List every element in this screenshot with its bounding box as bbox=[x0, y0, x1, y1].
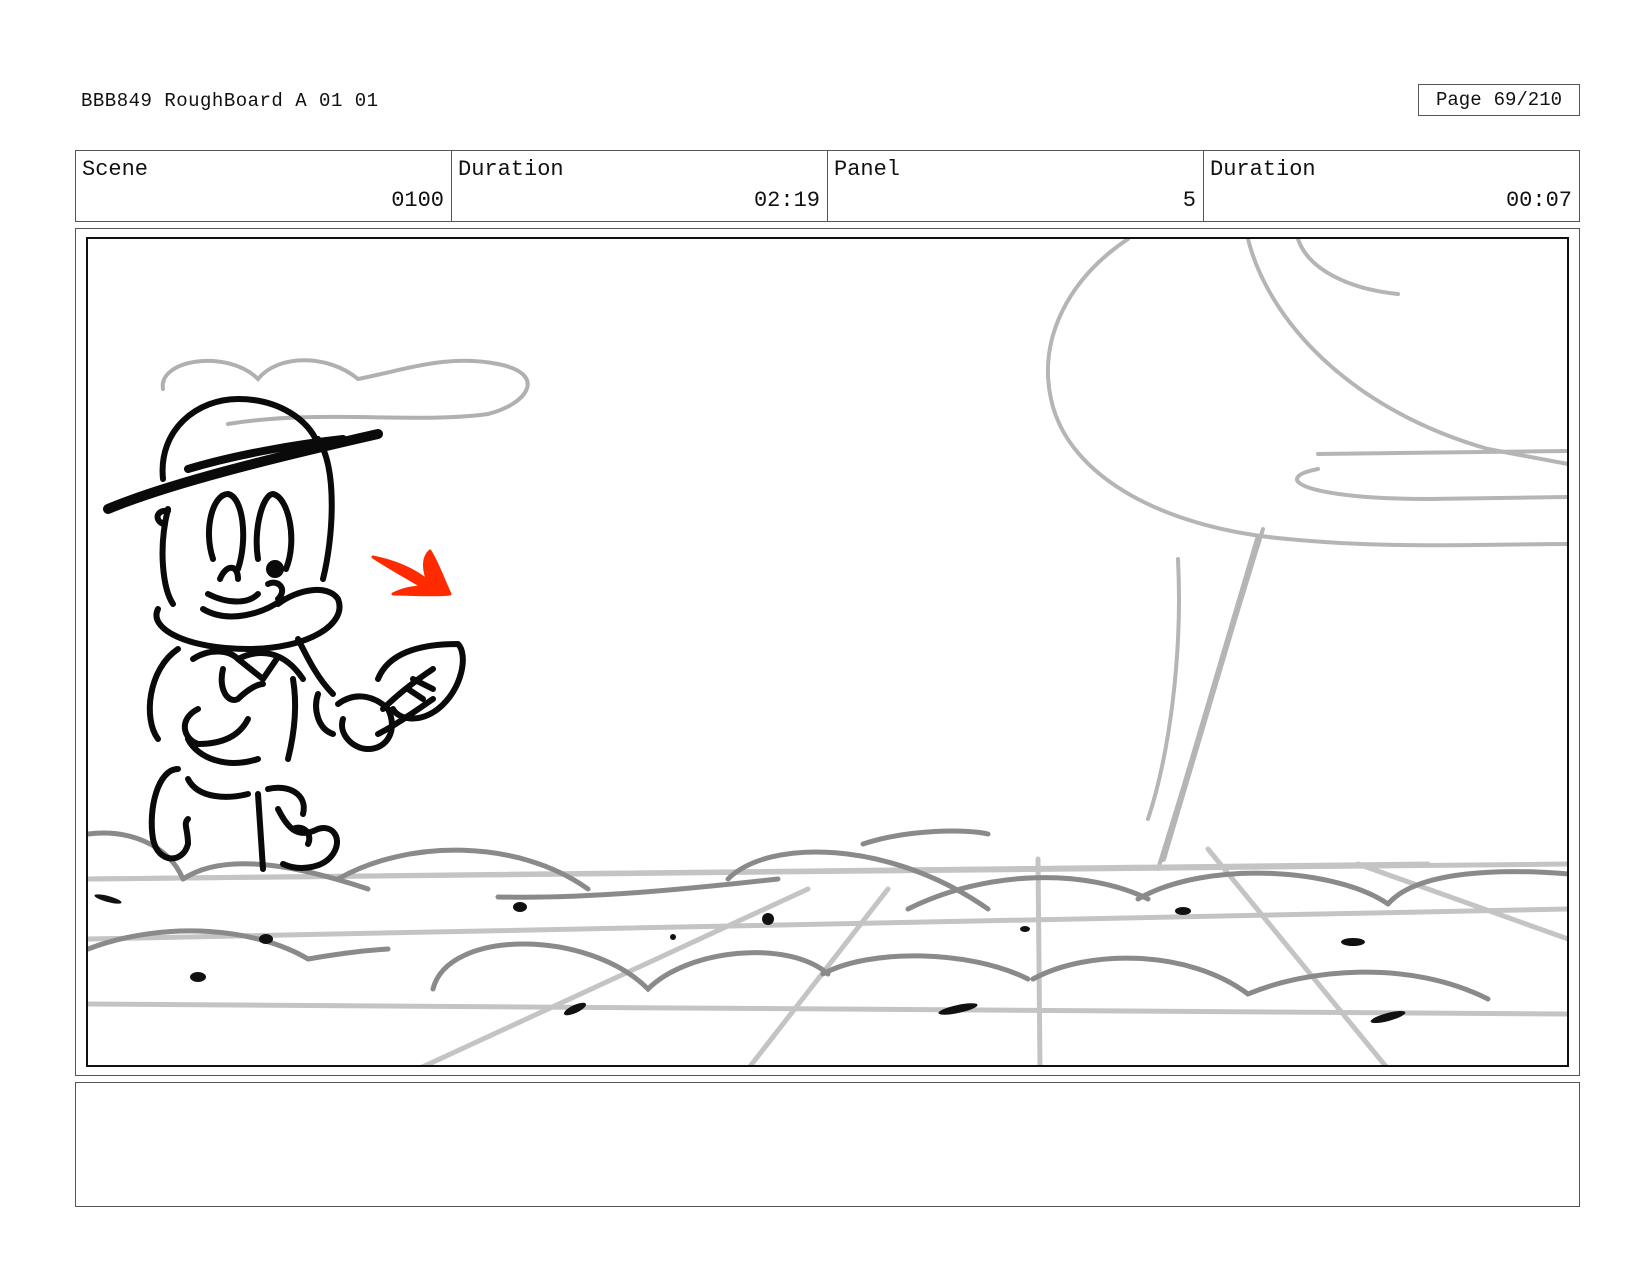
scene-duration-cell: Duration 02:19 bbox=[452, 151, 828, 221]
tree-sketch bbox=[1046, 239, 1567, 871]
scene-duration-value: 02:19 bbox=[753, 188, 820, 213]
scene-value: 0100 bbox=[391, 188, 444, 213]
character-sketch bbox=[103, 396, 466, 872]
sketch-drawing bbox=[88, 239, 1567, 1065]
panel-cell: Panel 5 bbox=[828, 151, 1204, 221]
page-label: Page bbox=[1435, 89, 1482, 111]
board-info-row: Scene 0100 Duration 02:19 Panel 5 Durati… bbox=[75, 150, 1580, 222]
scene-duration-label: Duration bbox=[458, 157, 564, 182]
panel-duration-value: 00:07 bbox=[1505, 188, 1572, 213]
red-arrow-accent bbox=[371, 549, 452, 597]
storyboard-panel-image bbox=[86, 237, 1569, 1067]
page-number: 69/210 bbox=[1493, 89, 1563, 111]
scene-label: Scene bbox=[82, 157, 149, 182]
panel-duration-cell: Duration 00:07 bbox=[1204, 151, 1579, 221]
page-indicator: Page 69/210 bbox=[1418, 84, 1580, 116]
document-title: BBB849 RoughBoard A 01 01 bbox=[81, 90, 379, 112]
scene-cell: Scene 0100 bbox=[76, 151, 452, 221]
panel-value: 5 bbox=[1182, 188, 1196, 213]
cloud-sketch bbox=[160, 358, 530, 426]
storyboard-panel-frame bbox=[75, 228, 1580, 1076]
panel-notes-box bbox=[75, 1082, 1580, 1207]
panel-label: Panel bbox=[834, 157, 901, 182]
panel-duration-label: Duration bbox=[1210, 157, 1316, 182]
